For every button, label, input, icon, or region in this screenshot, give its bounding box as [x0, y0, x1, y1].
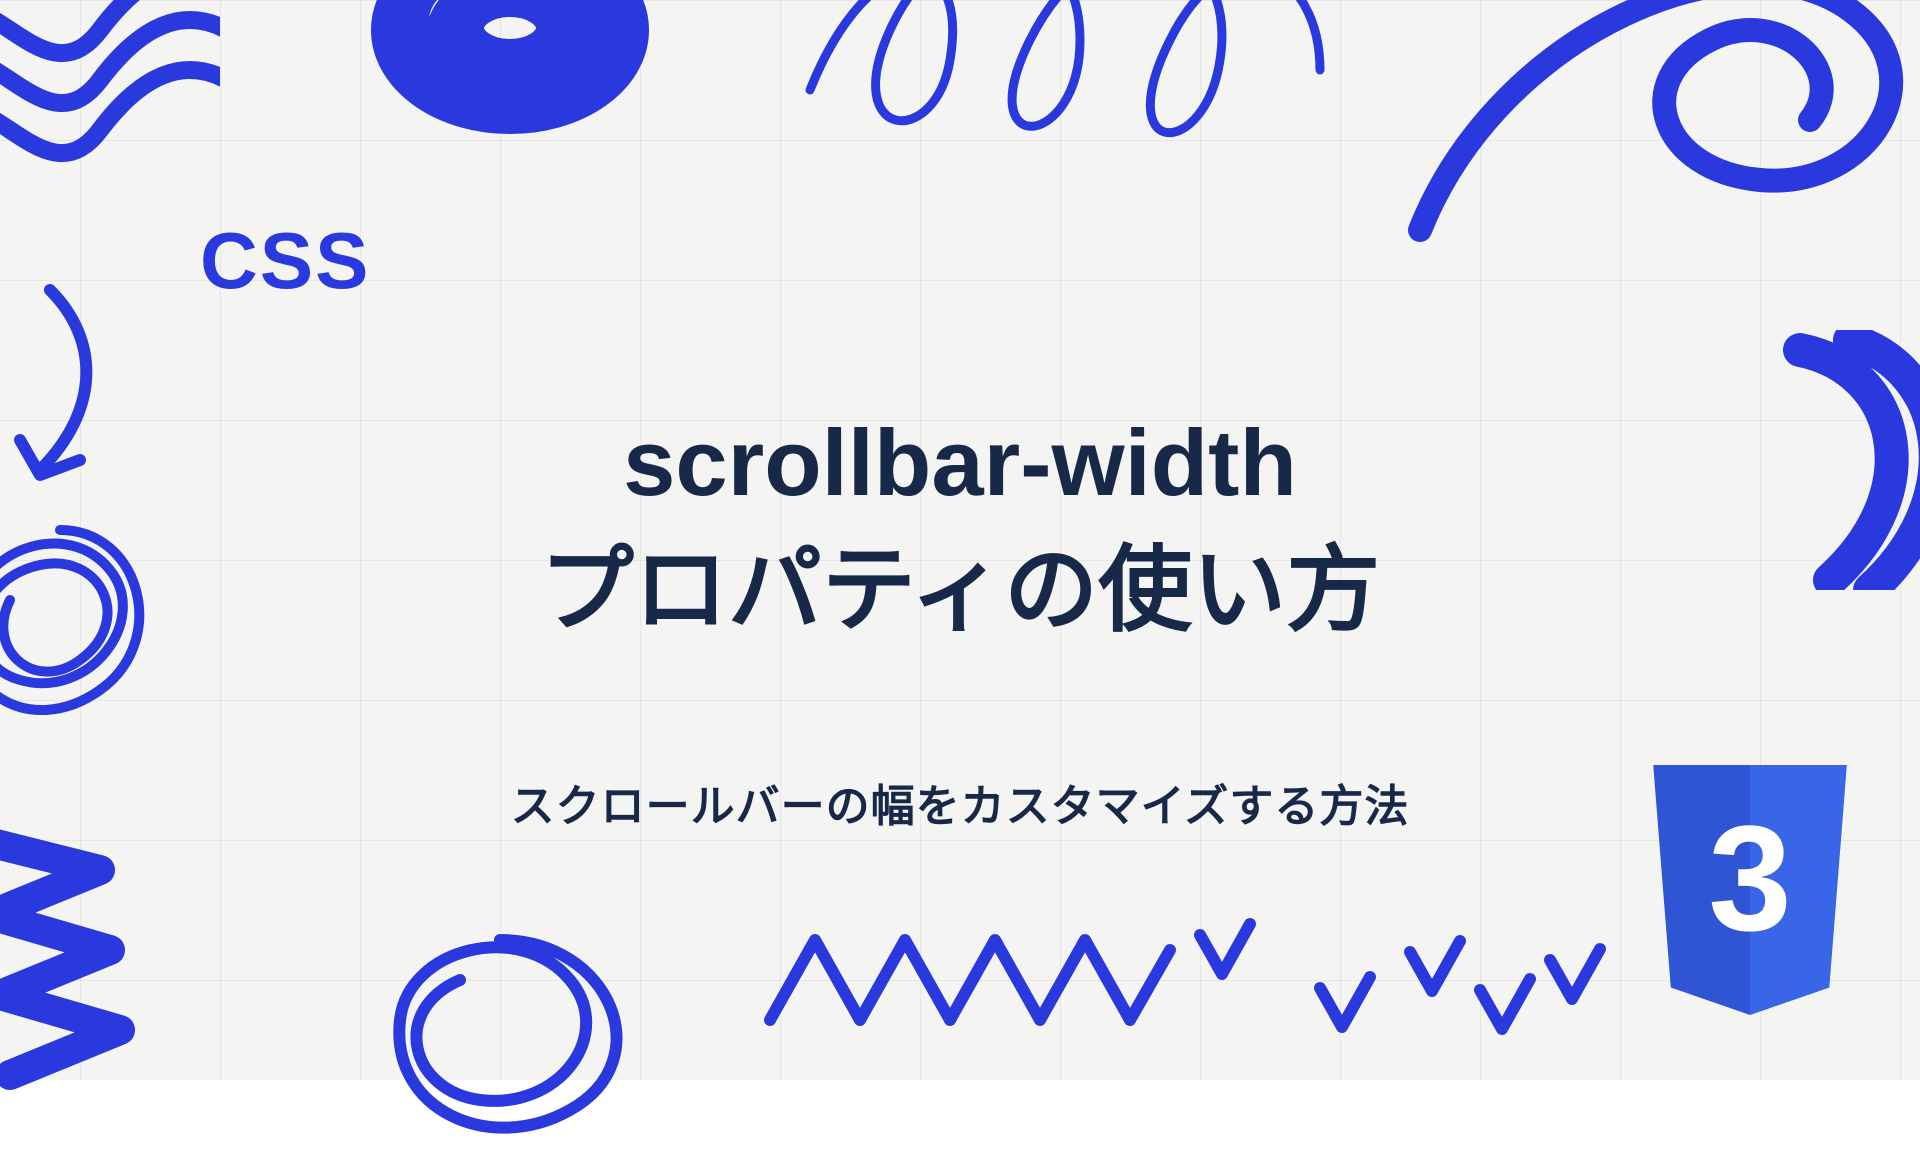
css3-shield-icon: 3	[1640, 765, 1860, 1015]
big-swirl-topright	[1380, 0, 1920, 250]
curve-lines-right	[1760, 330, 1920, 590]
page-title: scrollbar-width プロパティの使い方	[540, 400, 1380, 654]
scribble-loop-doodle-top	[780, 0, 1340, 170]
title-line2: プロパティの使い方	[540, 537, 1380, 642]
css3-badge-number: 3	[1640, 753, 1860, 1003]
wave-doodle-topleft	[0, 0, 220, 200]
category-label: CSS	[200, 215, 371, 307]
v-marks-bottom	[1180, 900, 1620, 1060]
scribble-ball-left	[0, 490, 190, 770]
hero-canvas: CSS scrollbar-width プロパティの使い方 スクロールバーの幅をカ…	[0, 0, 1920, 1080]
page-subtitle: スクロールバーの幅をカスタマイズする方法	[511, 770, 1410, 834]
arrow-doodle-left	[0, 280, 140, 520]
zigzag-bottomleft	[0, 820, 210, 1100]
zigzag-wave-bottom	[760, 910, 1180, 1050]
swirl-bottom	[310, 900, 690, 1160]
brush-circle-doodle	[320, 0, 700, 170]
title-line1: scrollbar-width	[623, 410, 1297, 515]
